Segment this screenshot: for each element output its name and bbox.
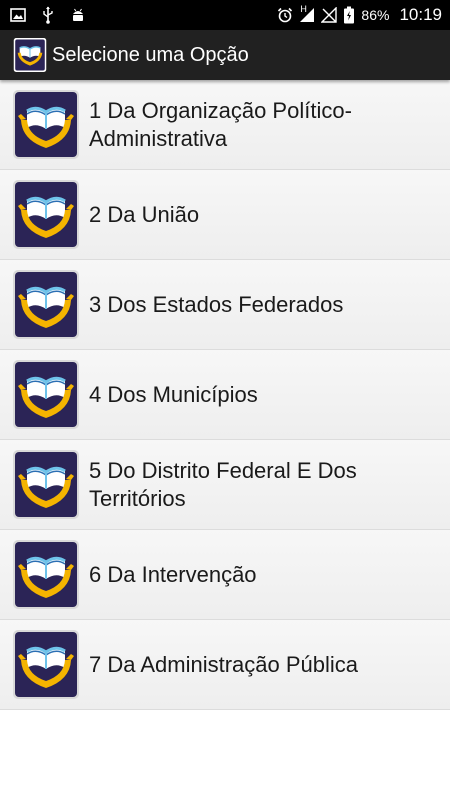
alarm-icon (277, 7, 293, 23)
open-book-hands-icon (13, 540, 79, 609)
menu-item-7[interactable]: 7 Da Administração Pública (0, 620, 450, 710)
menu-item-label: 2 Da União (89, 201, 200, 227)
open-book-hands-icon (13, 630, 79, 699)
signal-type-label: H (300, 4, 307, 14)
open-book-hands-icon (13, 90, 79, 159)
android-icon (70, 7, 86, 23)
usb-icon (42, 6, 54, 24)
open-book-hands-icon (13, 180, 79, 249)
battery-percent: 86% (361, 7, 390, 23)
menu-item-label: 4 Dos Municípios (89, 381, 258, 407)
image-icon (10, 8, 26, 22)
menu-item-label: 6 Da Intervenção (89, 561, 257, 587)
status-bar: H 86% 10:19 (0, 0, 450, 30)
status-bar-system: H 86% 10:19 (277, 0, 442, 30)
app-logo[interactable] (13, 38, 47, 72)
menu-item-label: 5 Do Distrito Federal E Dos Territórios (89, 457, 357, 511)
app-bar-title: Selecione uma Opção (52, 44, 249, 66)
empty-area (0, 710, 450, 800)
app-bar: Selecione uma Opção (0, 30, 450, 80)
menu-item-3[interactable]: 3 Dos Estados Federados (0, 260, 450, 350)
clock: 10:19 (399, 5, 442, 24)
menu-item-label: 3 Dos Estados Federados (89, 291, 344, 317)
menu-item-label: 1 Da Organização Político-Administrativa (89, 97, 352, 151)
open-book-hands-icon (13, 270, 79, 339)
open-book-hands-icon (13, 450, 79, 519)
menu-item-5[interactable]: 5 Do Distrito Federal E Dos Territórios (0, 440, 450, 530)
battery-icon (343, 6, 355, 24)
menu-item-4[interactable]: 4 Dos Municípios (0, 350, 450, 440)
no-signal-icon (321, 7, 338, 23)
status-bar-notifications (10, 0, 86, 30)
signal-h-icon: H (299, 4, 315, 23)
menu-item-label: 7 Da Administração Pública (89, 651, 359, 677)
open-book-hands-icon (13, 38, 47, 72)
menu-list: 1 Da Organização Político-Administrativa… (0, 80, 450, 710)
menu-item-2[interactable]: 2 Da União (0, 170, 450, 260)
menu-item-1[interactable]: 1 Da Organização Político-Administrativa (0, 80, 450, 170)
menu-item-6[interactable]: 6 Da Intervenção (0, 530, 450, 620)
open-book-hands-icon (13, 360, 79, 429)
